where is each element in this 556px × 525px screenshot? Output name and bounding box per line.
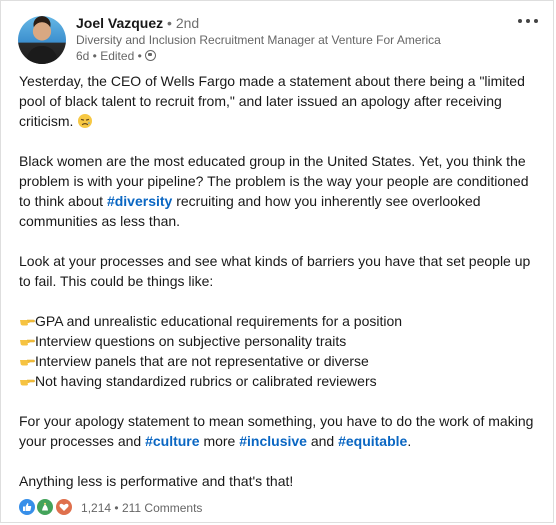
post-header: Joel Vazquez • 2nd Diversity and Inclusi…: [18, 14, 541, 66]
sad-face-emoji: [77, 113, 93, 129]
hashtag-culture[interactable]: #culture: [145, 433, 199, 449]
comments-count-link[interactable]: 211 Comments: [122, 501, 202, 515]
author-headline: Diversity and Inclusion Recruitment Mana…: [76, 33, 441, 47]
connection-degree: • 2nd: [167, 15, 200, 31]
post-card: Joel Vazquez • 2nd Diversity and Inclusi…: [0, 0, 554, 523]
pointing-hand-emoji: [19, 373, 35, 389]
reactions-count[interactable]: 1,214: [81, 501, 111, 515]
paragraph-5: For your apology statement to mean somet…: [19, 413, 534, 449]
author-name[interactable]: Joel Vazquez: [76, 15, 163, 31]
more-options-icon[interactable]: [517, 16, 539, 26]
hashtag-equitable[interactable]: #equitable: [338, 433, 407, 449]
globe-icon: [145, 50, 157, 61]
pointing-hand-emoji: [19, 353, 35, 369]
post-body: Yesterday, the CEO of Wells Fargo made a…: [19, 71, 539, 511]
post-timestamp: 6d • Edited •: [76, 49, 142, 63]
love-reaction-icon[interactable]: [54, 498, 73, 516]
list-item: Interview questions on subjective person…: [19, 331, 539, 351]
paragraph-1: Yesterday, the CEO of Wells Fargo made a…: [19, 73, 525, 129]
list-item: GPA and unrealistic educational requirem…: [19, 311, 539, 331]
avatar[interactable]: [18, 16, 66, 64]
pointing-hand-emoji: [19, 313, 35, 329]
author-block: Joel Vazquez • 2nd Diversity and Inclusi…: [76, 14, 441, 64]
paragraph-2: Black women are the most educated group …: [19, 153, 529, 229]
list-item: Interview panels that are not representa…: [19, 351, 539, 371]
celebrate-reaction-icon[interactable]: [36, 498, 55, 516]
pointing-hand-emoji: [19, 333, 35, 349]
list-item: Not having standardized rubrics or calib…: [19, 371, 539, 391]
paragraph-3: Look at your processes and see what kind…: [19, 253, 531, 289]
separator: •: [114, 501, 119, 515]
social-counts-bar: 1,214 • 211 Comments: [18, 498, 202, 520]
hashtag-inclusive[interactable]: #inclusive: [239, 433, 307, 449]
paragraph-6: Anything less is performative and that's…: [19, 473, 294, 489]
like-reaction-icon[interactable]: [18, 498, 36, 516]
hashtag-diversity[interactable]: #diversity: [107, 193, 172, 209]
barrier-list: GPA and unrealistic educational requirem…: [19, 311, 539, 391]
